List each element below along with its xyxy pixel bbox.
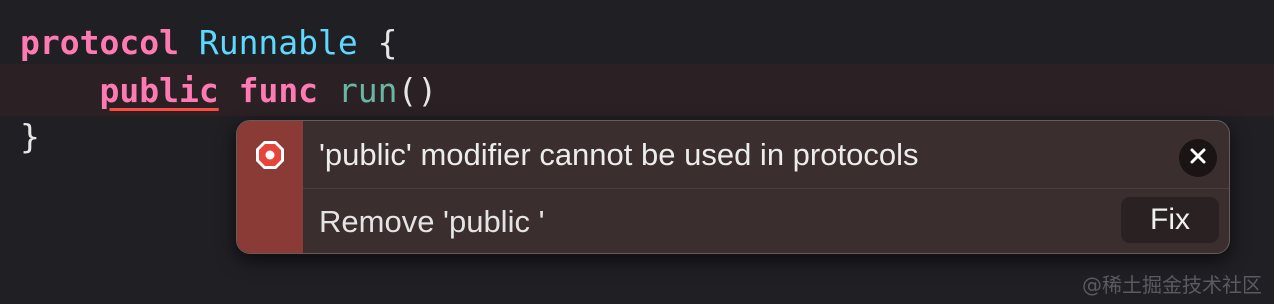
error-octagon-icon	[254, 139, 286, 171]
watermark: @稀土掘金技术社区	[1082, 273, 1262, 297]
code-line-1[interactable]: protocol Runnable {	[0, 16, 1274, 68]
code-token: ()	[397, 70, 438, 110]
code-token: protocol	[20, 22, 179, 62]
close-button[interactable]	[1179, 139, 1217, 177]
close-icon	[1189, 147, 1207, 170]
fix-description: Remove 'public '	[319, 204, 545, 239]
fix-suggestion-row[interactable]: Remove 'public ' Fix	[303, 189, 1229, 253]
code-token: }	[20, 116, 40, 156]
fix-button[interactable]: Fix	[1121, 197, 1219, 243]
fix-it-popover: 'public' modifier cannot be used in prot…	[236, 120, 1230, 254]
code-token: Runnable	[198, 22, 358, 62]
diagnostic-message: 'public' modifier cannot be used in prot…	[319, 137, 919, 172]
code-token: {	[357, 22, 398, 62]
code-token: func	[238, 70, 319, 110]
code-line-2[interactable]: public func run()	[0, 64, 1274, 116]
code-token-error[interactable]: public	[99, 71, 218, 110]
code-token: run	[337, 70, 398, 110]
error-stripe	[237, 121, 303, 253]
